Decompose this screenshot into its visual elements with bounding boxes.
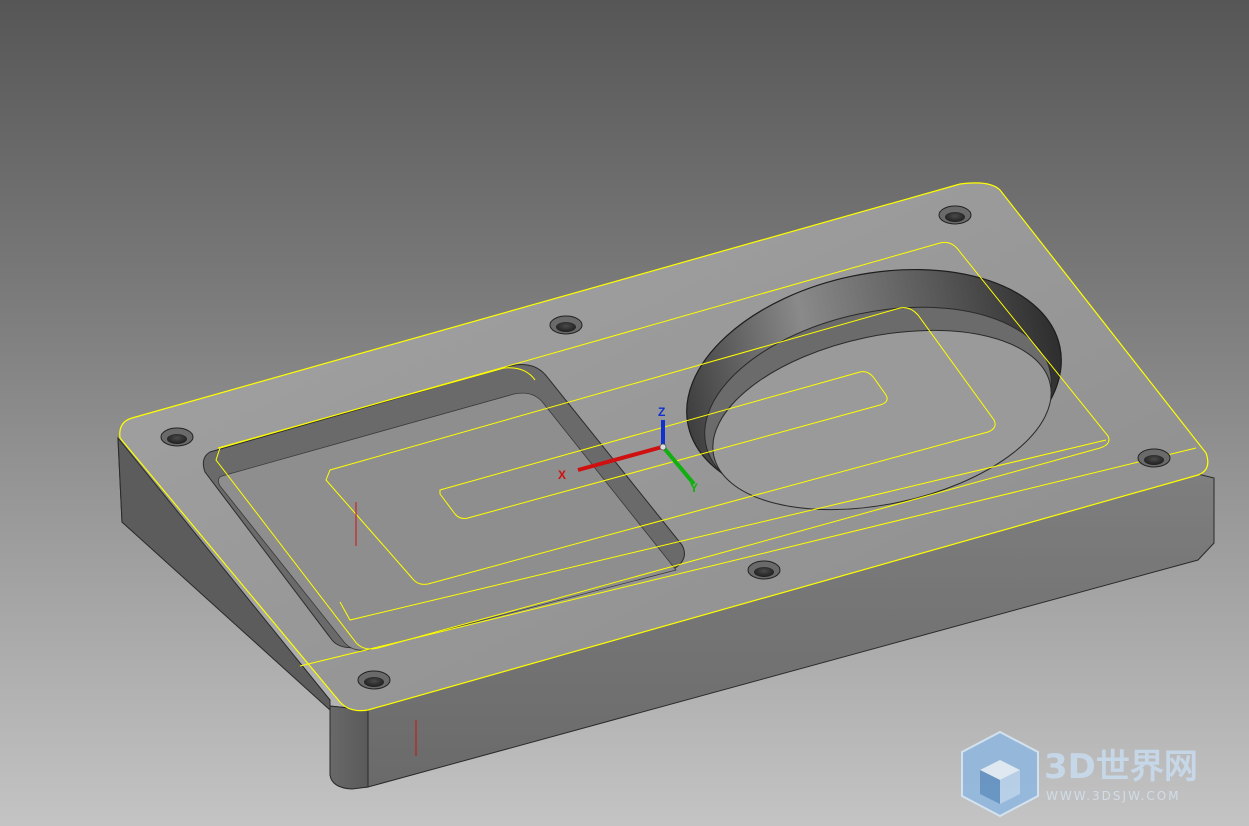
- mounting-hole[interactable]: [938, 205, 972, 225]
- watermark-url: WWW.3DSJW.COM: [1046, 789, 1181, 803]
- x-axis-label: X: [558, 468, 566, 482]
- watermark-brand: 3D世界网: [1044, 747, 1198, 787]
- mounting-hole[interactable]: [549, 315, 583, 335]
- mounting-hole[interactable]: [160, 427, 194, 447]
- mounting-hole[interactable]: [747, 560, 781, 580]
- model-canvas[interactable]: X Y Z 3D世界网 WWW.3DSJW.COM: [0, 0, 1249, 826]
- z-axis-label: Z: [658, 405, 665, 419]
- mounting-hole[interactable]: [357, 670, 391, 690]
- y-axis-label: Y: [690, 481, 698, 495]
- mounting-hole[interactable]: [1137, 448, 1171, 468]
- 3d-viewport[interactable]: X Y Z 3D世界网 WWW.3DSJW.COM: [0, 0, 1249, 826]
- watermark: 3D世界网 WWW.3DSJW.COM: [961, 730, 1198, 818]
- cube-logo-icon: [961, 730, 1039, 818]
